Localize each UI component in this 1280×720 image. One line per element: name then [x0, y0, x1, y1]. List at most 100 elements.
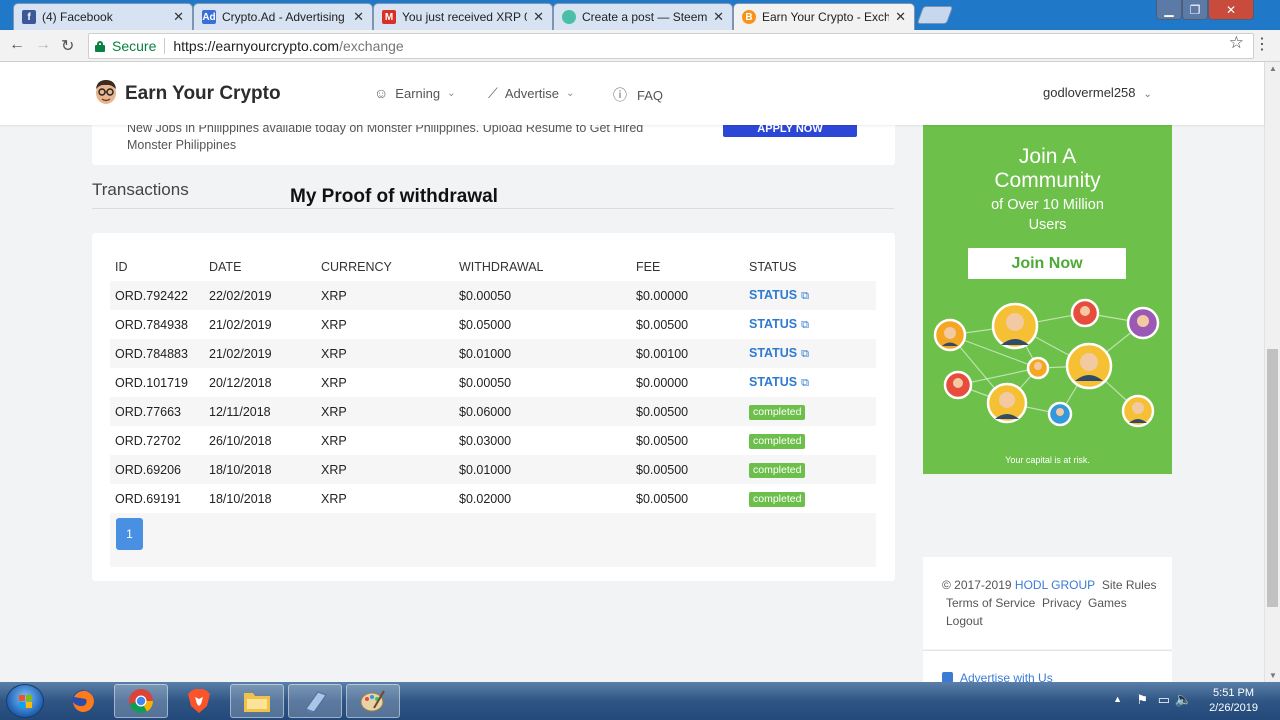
page-1-button[interactable]: 1: [116, 518, 143, 550]
cell-fee: $0.00100: [631, 339, 744, 368]
cell-status: STATUS ⧉: [744, 368, 876, 397]
scroll-down-icon[interactable]: ▼: [1269, 671, 1277, 680]
site-rules-link[interactable]: Site Rules: [1102, 578, 1157, 592]
browser-tab[interactable]: Ad Crypto.Ad - Advertising ✕: [193, 3, 373, 30]
browser-tab-strip: f (4) Facebook ✕ Ad Crypto.Ad - Advertising ✕…: [0, 0, 1280, 30]
cell-status: STATUS ⧉: [744, 281, 876, 310]
status-link[interactable]: STATUS: [749, 375, 797, 389]
action-center-flag-icon[interactable]: ⚑: [1136, 692, 1148, 708]
close-tab-icon[interactable]: ✕: [895, 9, 906, 25]
cell-fee: $0.00500: [636, 491, 689, 506]
pagination: 1: [110, 513, 876, 567]
games-link[interactable]: Games: [1088, 596, 1127, 610]
browser-tab[interactable]: Create a post — Steemit ✕: [553, 3, 733, 30]
external-link-icon[interactable]: ⧉: [801, 290, 809, 303]
close-tab-icon[interactable]: ✕: [353, 9, 364, 25]
chevron-down-icon: ⌄: [1143, 89, 1152, 100]
privacy-link[interactable]: Privacy: [1042, 596, 1081, 610]
cell-id[interactable]: ORD.69206: [110, 455, 204, 484]
cell-id[interactable]: ORD.784883: [110, 339, 204, 368]
address-bar[interactable]: Secure https://earnyourcrypto.com/exchan…: [88, 33, 1254, 59]
cell-status: completed: [744, 484, 876, 513]
community-ad[interactable]: Join A Community of Over 10 Million User…: [923, 125, 1172, 474]
table-row: ORD.77663 12/11/2018 XRP $0.06000 $0.00500 co…: [110, 397, 876, 426]
external-link-icon[interactable]: ⧉: [801, 319, 809, 332]
nav-advertise[interactable]: ⟋ Advertise ⌄: [488, 85, 574, 102]
close-tab-icon[interactable]: ✕: [173, 9, 184, 25]
status-link[interactable]: STATUS: [749, 346, 797, 360]
chrome-taskbar-button[interactable]: [114, 684, 168, 718]
cell-status: STATUS ⧉: [744, 310, 876, 339]
browser-tab[interactable]: f (4) Facebook ✕: [13, 3, 193, 30]
browser-tab[interactable]: B Earn Your Crypto - Excha ✕: [733, 3, 915, 30]
reload-icon[interactable]: ↻: [61, 36, 74, 56]
table-row: ORD.72702 26/10/2018 XRP $0.03000 $0.00500 co…: [110, 426, 876, 455]
logout-link[interactable]: Logout: [946, 614, 983, 628]
cell-id[interactable]: ORD.72702: [110, 426, 204, 455]
explorer-taskbar-button[interactable]: [230, 684, 284, 718]
volume-icon[interactable]: 🔈: [1175, 691, 1192, 708]
cell-status: completed: [744, 426, 876, 455]
scrollbar-thumb[interactable]: [1267, 349, 1278, 607]
capital-risk-disclaimer: Your capital is at risk.: [1005, 455, 1090, 465]
start-button[interactable]: [6, 684, 44, 718]
cell-fee: $0.00500: [636, 317, 689, 332]
facebook-icon: f: [22, 10, 36, 24]
cell-withdrawal: $0.06000: [454, 397, 631, 426]
brave-taskbar-button[interactable]: [172, 684, 226, 718]
terms-of-service-link[interactable]: Terms of Service: [946, 596, 1035, 610]
user-menu[interactable]: godlovermel258 ⌄: [1043, 85, 1152, 100]
table-row: ORD.792422 22/02/2019 XRP $0.00050 $0.00000 S…: [110, 281, 876, 310]
bookmark-star-icon[interactable]: ☆: [1229, 33, 1244, 53]
cell-status: STATUS ⧉: [744, 339, 876, 368]
maximize-button[interactable]: ❐: [1182, 0, 1208, 20]
chevron-down-icon: ⌄: [566, 88, 575, 99]
cell-fee: $0.00000: [636, 375, 689, 390]
close-window-button[interactable]: ✕: [1208, 0, 1254, 20]
forward-arrow-icon[interactable]: →: [35, 36, 51, 54]
trend-icon: ⟋: [488, 85, 498, 101]
column-header-date: DATE: [209, 260, 242, 274]
external-link-icon[interactable]: ⧉: [801, 348, 809, 361]
firefox-taskbar-button[interactable]: [56, 684, 110, 718]
notes-taskbar-button[interactable]: [288, 684, 342, 718]
external-link-icon[interactable]: ⧉: [801, 377, 809, 390]
column-header-status: STATUS: [749, 260, 797, 274]
cell-id[interactable]: ORD.77663: [110, 397, 204, 426]
show-hidden-icons-icon[interactable]: ▲: [1113, 694, 1122, 704]
cell-id[interactable]: ORD.69191: [110, 484, 204, 513]
status-link[interactable]: STATUS: [749, 317, 797, 331]
transactions-table: ID DATE CURRENCY WITHDRAWAL FEE STATUS O…: [110, 253, 876, 513]
nav-earning[interactable]: ☺ Earning ⌄: [374, 85, 456, 101]
cell-withdrawal: $0.02000: [459, 491, 512, 506]
new-tab-button[interactable]: [916, 6, 954, 24]
column-header-withdrawal: WITHDRAWAL: [459, 260, 544, 274]
column-header-id: ID: [115, 260, 128, 274]
cell-withdrawal: $0.05000: [459, 317, 512, 332]
brand-name[interactable]: Earn Your Crypto: [125, 83, 281, 105]
hodl-group-link[interactable]: HODL GROUP: [1015, 578, 1095, 592]
scroll-up-icon[interactable]: ▲: [1269, 64, 1277, 73]
page-scrollbar[interactable]: ▲ ▼: [1264, 62, 1280, 682]
nav-faq[interactable]: ⓘ FAQ: [613, 85, 663, 105]
cell-id[interactable]: ORD.101719: [110, 368, 204, 397]
network-icon[interactable]: ▭: [1158, 692, 1170, 708]
paint-taskbar-button[interactable]: [346, 684, 400, 718]
brand-logo-icon[interactable]: [94, 79, 118, 105]
cell-id[interactable]: ORD.792422: [110, 281, 204, 310]
notepad-icon: [305, 691, 327, 713]
community-ad-headline: Join A Community: [923, 145, 1172, 193]
browser-tab[interactable]: M You just received XRP 0.0 ✕: [373, 3, 553, 30]
join-now-button[interactable]: Join Now: [968, 248, 1126, 279]
close-tab-icon[interactable]: ✕: [533, 9, 544, 25]
browser-menu-icon[interactable]: ⋮: [1254, 34, 1270, 54]
taskbar-clock[interactable]: 5:51 PM 2/26/2019: [1209, 686, 1258, 716]
status-link[interactable]: STATUS: [749, 288, 797, 302]
nav-faq-label: FAQ: [637, 87, 664, 103]
paint-palette-icon: [360, 690, 385, 712]
bitcoin-icon: B: [742, 10, 756, 24]
close-tab-icon[interactable]: ✕: [713, 9, 724, 25]
cell-id[interactable]: ORD.784938: [110, 310, 204, 339]
back-arrow-icon[interactable]: ←: [9, 36, 25, 54]
minimize-button[interactable]: ▁: [1156, 0, 1182, 20]
